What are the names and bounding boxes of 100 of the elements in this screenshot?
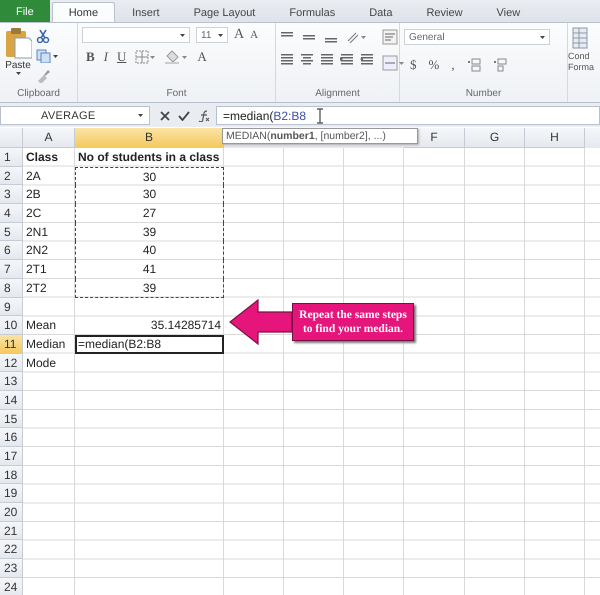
row-header[interactable]: 20 bbox=[0, 503, 23, 522]
caret-icon bbox=[138, 114, 143, 117]
row-header[interactable]: 23 bbox=[0, 559, 23, 578]
row-header[interactable]: 18 bbox=[0, 466, 23, 484]
currency-button[interactable]: $ bbox=[410, 57, 416, 73]
row-header[interactable]: 7 bbox=[0, 260, 23, 279]
row-header[interactable]: 15 bbox=[0, 410, 23, 428]
row-header[interactable]: 6 bbox=[0, 241, 23, 260]
cut-icon[interactable] bbox=[36, 29, 50, 43]
row-header[interactable]: 8 bbox=[0, 278, 23, 298]
table-cell: 27 bbox=[75, 204, 224, 223]
row-header[interactable]: 19 bbox=[0, 484, 23, 504]
table-cell-text: No of students in a class bbox=[77, 149, 220, 166]
brush-icon[interactable] bbox=[36, 69, 50, 83]
row-header[interactable]: 22 bbox=[0, 540, 23, 560]
row-header[interactable]: 14 bbox=[0, 390, 23, 410]
table-icon[interactable] bbox=[572, 27, 588, 49]
number-format-field[interactable]: General bbox=[404, 29, 550, 45]
ribbon-tab[interactable]: Home bbox=[52, 2, 116, 22]
column-header[interactable]: B bbox=[75, 128, 224, 148]
caret-icon bbox=[180, 34, 185, 36]
ribbon-tab[interactable]: Data bbox=[352, 2, 410, 22]
row-header[interactable]: 13 bbox=[0, 372, 23, 391]
ribbon-tab[interactable]: Page Layout bbox=[176, 2, 272, 22]
callout-box: Repeat the same steps to find your median. bbox=[292, 303, 414, 341]
italic-button[interactable]: I bbox=[104, 49, 108, 65]
row-header[interactable]: 17 bbox=[0, 447, 23, 466]
orientation-icon[interactable] bbox=[346, 31, 366, 43]
align-right-icon[interactable] bbox=[320, 53, 334, 65]
table-cell-text: 2N1 bbox=[25, 224, 50, 241]
row-header[interactable]: 21 bbox=[0, 522, 23, 540]
table-cell: 30 bbox=[75, 185, 224, 204]
caret-icon bbox=[540, 36, 545, 38]
pointer-arrow-icon bbox=[228, 298, 292, 346]
conditional-formatting-button[interactable]: Cond Forma bbox=[568, 51, 596, 73]
percent-button[interactable]: % bbox=[428, 57, 440, 73]
ribbon-tab[interactable]: Review bbox=[409, 2, 480, 22]
name-box[interactable]: AVERAGE bbox=[0, 106, 150, 125]
align-left-icon[interactable] bbox=[280, 53, 294, 65]
font-name-field[interactable] bbox=[82, 27, 190, 43]
table-cell-text: Mean bbox=[25, 317, 58, 334]
row-header[interactable]: 9 bbox=[0, 298, 23, 316]
row-header[interactable]: 10 bbox=[0, 316, 23, 335]
table-cell-text: 2T2 bbox=[25, 280, 48, 297]
insert-function-icon[interactable] bbox=[198, 110, 210, 122]
row-header[interactable]: 2 bbox=[0, 166, 23, 186]
row-header[interactable]: 16 bbox=[0, 428, 23, 447]
ribbon-tab[interactable]: Insert bbox=[115, 2, 177, 22]
row-header[interactable]: 1 bbox=[0, 148, 23, 167]
font-size-field[interactable]: 11 bbox=[196, 27, 228, 43]
table-cell-text: 2N2 bbox=[25, 242, 50, 260]
row-header[interactable]: 4 bbox=[0, 204, 23, 223]
cancel-icon[interactable] bbox=[160, 110, 170, 120]
borders-icon[interactable] bbox=[135, 50, 156, 64]
wrap-text-icon[interactable] bbox=[382, 29, 398, 45]
bold-button[interactable]: B bbox=[86, 49, 95, 65]
formula-field[interactable]: =median(B2:B8 bbox=[223, 108, 306, 122]
copy-icon[interactable] bbox=[36, 49, 58, 63]
ribbon-tab[interactable]: View bbox=[480, 2, 538, 22]
row-header[interactable]: 3 bbox=[0, 185, 23, 204]
align-center-icon[interactable] bbox=[300, 53, 314, 65]
column-header[interactable]: G bbox=[465, 128, 525, 148]
text-cursor-icon bbox=[316, 108, 324, 124]
column-header[interactable]: H bbox=[525, 128, 585, 148]
group-label: Clipboard bbox=[16, 87, 61, 101]
table-cell-text: Median bbox=[25, 336, 66, 353]
enter-check-icon[interactable] bbox=[178, 110, 190, 120]
table-cell-text: 2A bbox=[25, 168, 42, 185]
ribbon-tab[interactable]: Formulas bbox=[272, 2, 352, 22]
decrease-decimal-icon[interactable] bbox=[492, 58, 507, 72]
clipboard-icon bbox=[4, 27, 32, 59]
paste-button[interactable]: Paste bbox=[4, 27, 32, 87]
active-cell[interactable]: =median(B2:B8 bbox=[75, 334, 224, 354]
column-header[interactable]: A bbox=[23, 128, 75, 148]
fill-color-icon[interactable] bbox=[164, 50, 188, 64]
table-cell-text: 35.14285714 bbox=[150, 317, 222, 334]
table-cell: 30 bbox=[75, 166, 224, 186]
table-cell-text: Class bbox=[25, 149, 60, 166]
table-cell-text: 2T1 bbox=[25, 261, 48, 278]
row-header[interactable]: 12 bbox=[0, 354, 23, 372]
file-tab[interactable]: File bbox=[0, 0, 50, 22]
decrease-indent-icon[interactable] bbox=[340, 53, 354, 65]
merge-cells-icon[interactable] bbox=[382, 55, 404, 71]
comma-button[interactable]: , bbox=[451, 57, 455, 73]
function-tooltip: MEDIAN(number1, [number2], ...) bbox=[222, 128, 418, 144]
font-color-button[interactable]: A bbox=[197, 49, 207, 65]
shrink-font-button[interactable]: A bbox=[250, 29, 258, 41]
row-header[interactable]: 5 bbox=[0, 222, 23, 242]
underline-button[interactable]: U bbox=[117, 49, 126, 65]
increase-decimal-icon[interactable] bbox=[466, 58, 481, 72]
table-cell-text: 2B bbox=[25, 186, 42, 204]
table-cell-text: 2C bbox=[25, 205, 42, 222]
increase-indent-icon[interactable] bbox=[360, 53, 374, 65]
grow-font-button[interactable]: A bbox=[234, 27, 244, 43]
row-header[interactable]: 11 bbox=[0, 334, 23, 354]
group-label: Number bbox=[464, 87, 502, 101]
row-header[interactable]: 24 bbox=[0, 578, 23, 595]
caret-icon bbox=[218, 34, 223, 36]
table-cell-text: Mode bbox=[25, 354, 58, 372]
table-cell: 40 bbox=[75, 241, 224, 260]
